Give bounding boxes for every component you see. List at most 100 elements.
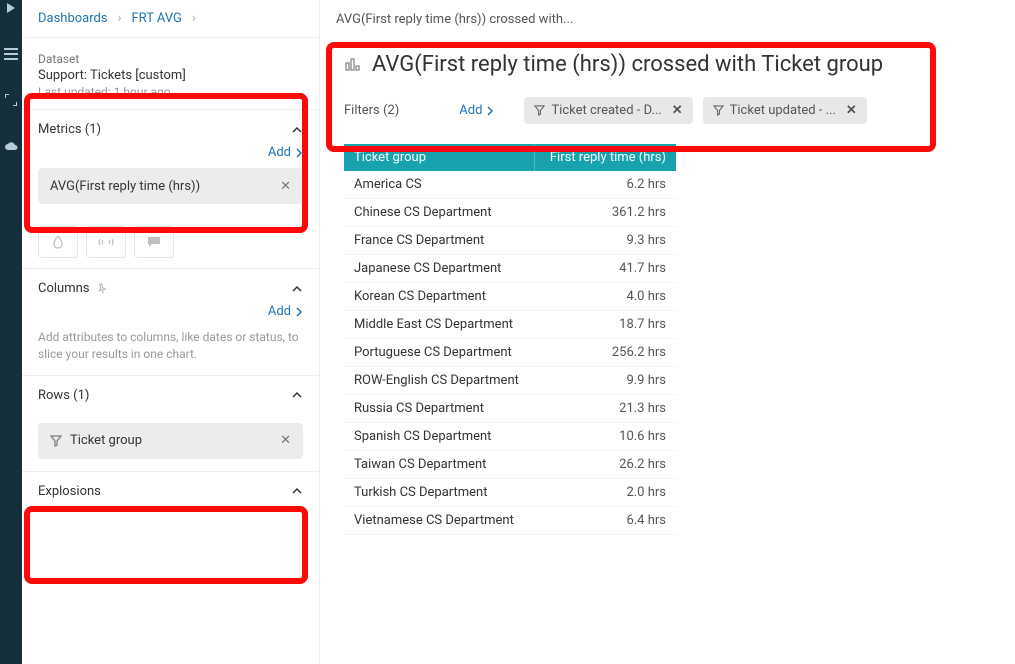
tool-row [22,216,319,268]
cell-group: Russia CS Department [344,395,535,423]
breadcrumb: Dashboards › FRT AVG › [22,0,319,38]
chevron-up-icon [291,485,303,497]
breadcrumb-sep: › [118,11,122,26]
cell-group: Middle East CS Department [344,311,535,339]
chevron-up-icon [291,283,303,295]
table-row[interactable]: America CS6.2 hrs [344,171,676,199]
table-row[interactable]: Russia CS Department21.3 hrs [344,395,676,423]
pin-icon [94,281,109,296]
cell-value: 9.3 hrs [535,227,676,255]
page-title: AVG(First reply time (hrs)) crossed with… [372,52,883,77]
row-chip-label: Ticket group [70,433,142,448]
cell-group: Korean CS Department [344,283,535,311]
table-row[interactable]: Turkish CS Department2.0 hrs [344,479,676,507]
cloud-icon[interactable] [3,138,19,154]
filter-chip-remove[interactable]: ✕ [846,103,857,118]
results-table: Ticket group First reply time (hrs) Amer… [344,144,676,535]
cell-value: 4.0 hrs [535,283,676,311]
cell-value: 6.4 hrs [535,507,676,535]
filters-row: Filters (2) Add Ticket created - D...✕ Ti… [320,91,1015,138]
filter-icon [534,105,545,116]
metric-chip-remove[interactable]: ✕ [280,179,291,194]
breadcrumb-sep: › [192,11,196,26]
explosions-header[interactable]: Explosions [38,484,303,499]
columns-header[interactable]: Columns [38,281,303,296]
table-row[interactable]: France CS Department9.3 hrs [344,227,676,255]
metric-chip-label: AVG(First reply time (hrs)) [50,179,200,194]
cell-value: 10.6 hrs [535,423,676,451]
columns-title: Columns [38,281,108,296]
rows-header[interactable]: Rows (1) [38,388,303,403]
cell-value: 9.9 hrs [535,367,676,395]
menu-icon[interactable] [3,46,19,62]
table-row[interactable]: Spanish CS Department10.6 hrs [344,423,676,451]
rows-title: Rows (1) [38,388,89,403]
cell-value: 41.7 hrs [535,255,676,283]
filter-chip[interactable]: Ticket created - D...✕ [524,97,692,124]
breadcrumb-dashboards[interactable]: Dashboards [38,11,108,26]
filter-icon [713,105,724,116]
filter-chip-label: Ticket updated - ... [730,103,836,118]
cell-group: France CS Department [344,227,535,255]
breadcrumb-main: AVG(First reply time (hrs)) crossed with… [320,0,1015,38]
metrics-section: Metrics (1) Add AVG(First reply time (hr… [22,109,319,216]
filter-chip-remove[interactable]: ✕ [672,103,683,118]
dataset-name[interactable]: Support: Tickets [custom] [38,68,303,83]
breadcrumb-current: AVG(First reply time (hrs)) crossed with… [336,12,573,27]
cell-value: 2.0 hrs [535,479,676,507]
filters-add-link[interactable]: Add [459,103,494,118]
chart-type-icon[interactable] [344,56,362,74]
cell-group: Chinese CS Department [344,199,535,227]
rows-section: Rows (1) Ticket group ✕ [22,375,319,471]
dataset-updated: Last updated: 1 hour ago [38,85,303,99]
table-row[interactable]: ROW-English CS Department9.9 hrs [344,367,676,395]
metrics-add-link[interactable]: Add [268,145,303,160]
filter-chip[interactable]: Ticket updated - ... ✕ [703,97,867,124]
table-row[interactable]: Chinese CS Department361.2 hrs [344,199,676,227]
nav-rail [0,0,22,664]
play-icon[interactable] [3,0,19,16]
main-panel: AVG(First reply time (hrs)) crossed with… [320,0,1015,664]
cell-value: 26.2 hrs [535,451,676,479]
cell-group: Spanish CS Department [344,423,535,451]
expand-icon[interactable] [3,92,19,108]
cell-value: 21.3 hrs [535,395,676,423]
tool-chat-icon[interactable] [134,226,174,258]
table-row[interactable]: Korean CS Department4.0 hrs [344,283,676,311]
tool-signal-icon[interactable] [86,226,126,258]
cell-group: Turkish CS Department [344,479,535,507]
cell-group: Taiwan CS Department [344,451,535,479]
filters-label: Filters (2) [344,103,399,118]
table-row[interactable]: Japanese CS Department41.7 hrs [344,255,676,283]
metrics-header[interactable]: Metrics (1) [38,122,303,137]
metrics-title: Metrics (1) [38,122,101,137]
columns-add-link[interactable]: Add [268,304,303,319]
cell-group: Vietnamese CS Department [344,507,535,535]
metric-chip[interactable]: AVG(First reply time (hrs)) ✕ [38,168,303,204]
table-row[interactable]: Middle East CS Department18.7 hrs [344,311,676,339]
dataset-label: Dataset [38,52,303,66]
tool-drop-icon[interactable] [38,226,78,258]
columns-hint: Add attributes to columns, like dates or… [38,329,303,363]
row-chip[interactable]: Ticket group ✕ [38,423,303,459]
chevron-up-icon [291,124,303,136]
cell-group: America CS [344,171,535,199]
table-row[interactable]: Portuguese CS Department256.2 hrs [344,339,676,367]
row-chip-remove[interactable]: ✕ [280,433,291,448]
dataset-block: Dataset Support: Tickets [custom] Last u… [22,38,319,109]
explosions-section: Explosions [22,471,319,511]
col-header-group[interactable]: Ticket group [344,144,535,171]
cell-value: 256.2 hrs [535,339,676,367]
filter-icon [50,435,62,447]
cell-group: Japanese CS Department [344,255,535,283]
cell-value: 6.2 hrs [535,171,676,199]
breadcrumb-frt-avg[interactable]: FRT AVG [132,11,182,26]
sidebar: Dashboards › FRT AVG › Dataset Support: … [22,0,320,664]
cell-value: 361.2 hrs [535,199,676,227]
columns-section: Columns Add Add attributes to columns, l… [22,268,319,375]
table-row[interactable]: Vietnamese CS Department6.4 hrs [344,507,676,535]
table-row[interactable]: Taiwan CS Department26.2 hrs [344,451,676,479]
col-header-value[interactable]: First reply time (hrs) [535,144,676,171]
chevron-up-icon [291,389,303,401]
explosions-title: Explosions [38,484,101,499]
